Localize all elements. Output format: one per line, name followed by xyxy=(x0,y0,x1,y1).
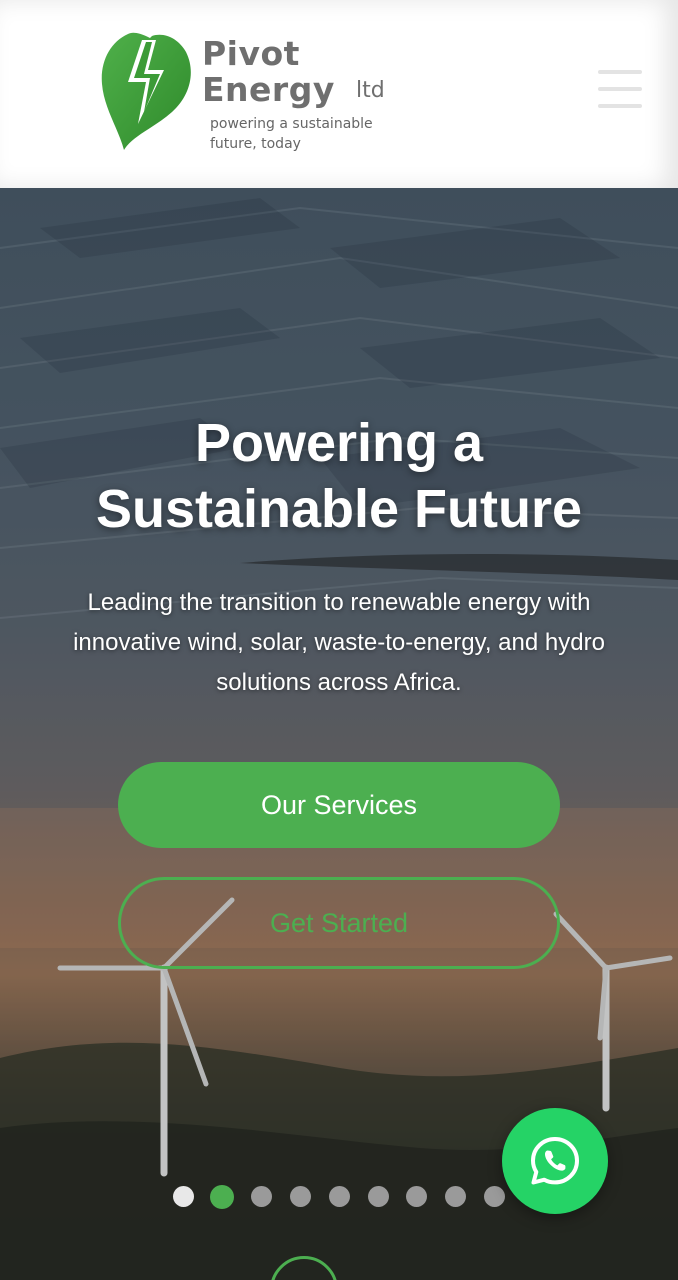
site-header: Pivot Energy ltd powering a sustainable … xyxy=(0,0,678,188)
hero-subtitle: Leading the transition to renewable ener… xyxy=(24,583,654,703)
hero-title: Powering a Sustainable Future xyxy=(0,410,678,542)
carousel-dot-5[interactable] xyxy=(329,1186,350,1207)
brand-name-line2: Energy xyxy=(202,70,335,109)
carousel-dot-9[interactable] xyxy=(484,1186,505,1207)
hero-title-line1: Powering a xyxy=(194,413,484,473)
hero-title-line2: Sustainable Future xyxy=(95,479,583,539)
carousel-dot-7[interactable] xyxy=(406,1186,427,1207)
brand-logo[interactable]: Pivot Energy ltd powering a sustainable … xyxy=(98,28,408,158)
menu-bar xyxy=(598,104,642,108)
leaf-bolt-logo-icon xyxy=(101,32,191,150)
hero-subtitle-line2: innovative wind, solar, waste-to-energy,… xyxy=(73,629,605,656)
carousel-dot-3[interactable] xyxy=(251,1186,272,1207)
carousel-dot-1[interactable] xyxy=(173,1186,194,1207)
brand-suffix: ltd xyxy=(356,78,385,103)
menu-bar xyxy=(598,87,642,91)
our-services-button[interactable]: Our Services xyxy=(118,762,560,848)
carousel-dot-4[interactable] xyxy=(290,1186,311,1207)
whatsapp-icon xyxy=(531,1137,579,1185)
menu-bar xyxy=(598,70,642,74)
carousel-dot-6[interactable] xyxy=(368,1186,389,1207)
hero-subtitle-line1: Leading the transition to renewable ener… xyxy=(87,589,591,616)
carousel-dot-2[interactable] xyxy=(210,1185,234,1209)
brand-tagline-line1: powering a sustainable xyxy=(210,116,373,132)
hero-subtitle-line3: solutions across Africa. xyxy=(216,669,462,696)
get-started-button[interactable]: Get Started xyxy=(118,877,560,969)
whatsapp-button[interactable] xyxy=(502,1108,608,1214)
hamburger-menu-icon[interactable] xyxy=(596,68,644,110)
brand-tagline-line2: future, today xyxy=(210,136,301,152)
brand-name-line1: Pivot xyxy=(202,34,300,73)
carousel-dot-8[interactable] xyxy=(445,1186,466,1207)
